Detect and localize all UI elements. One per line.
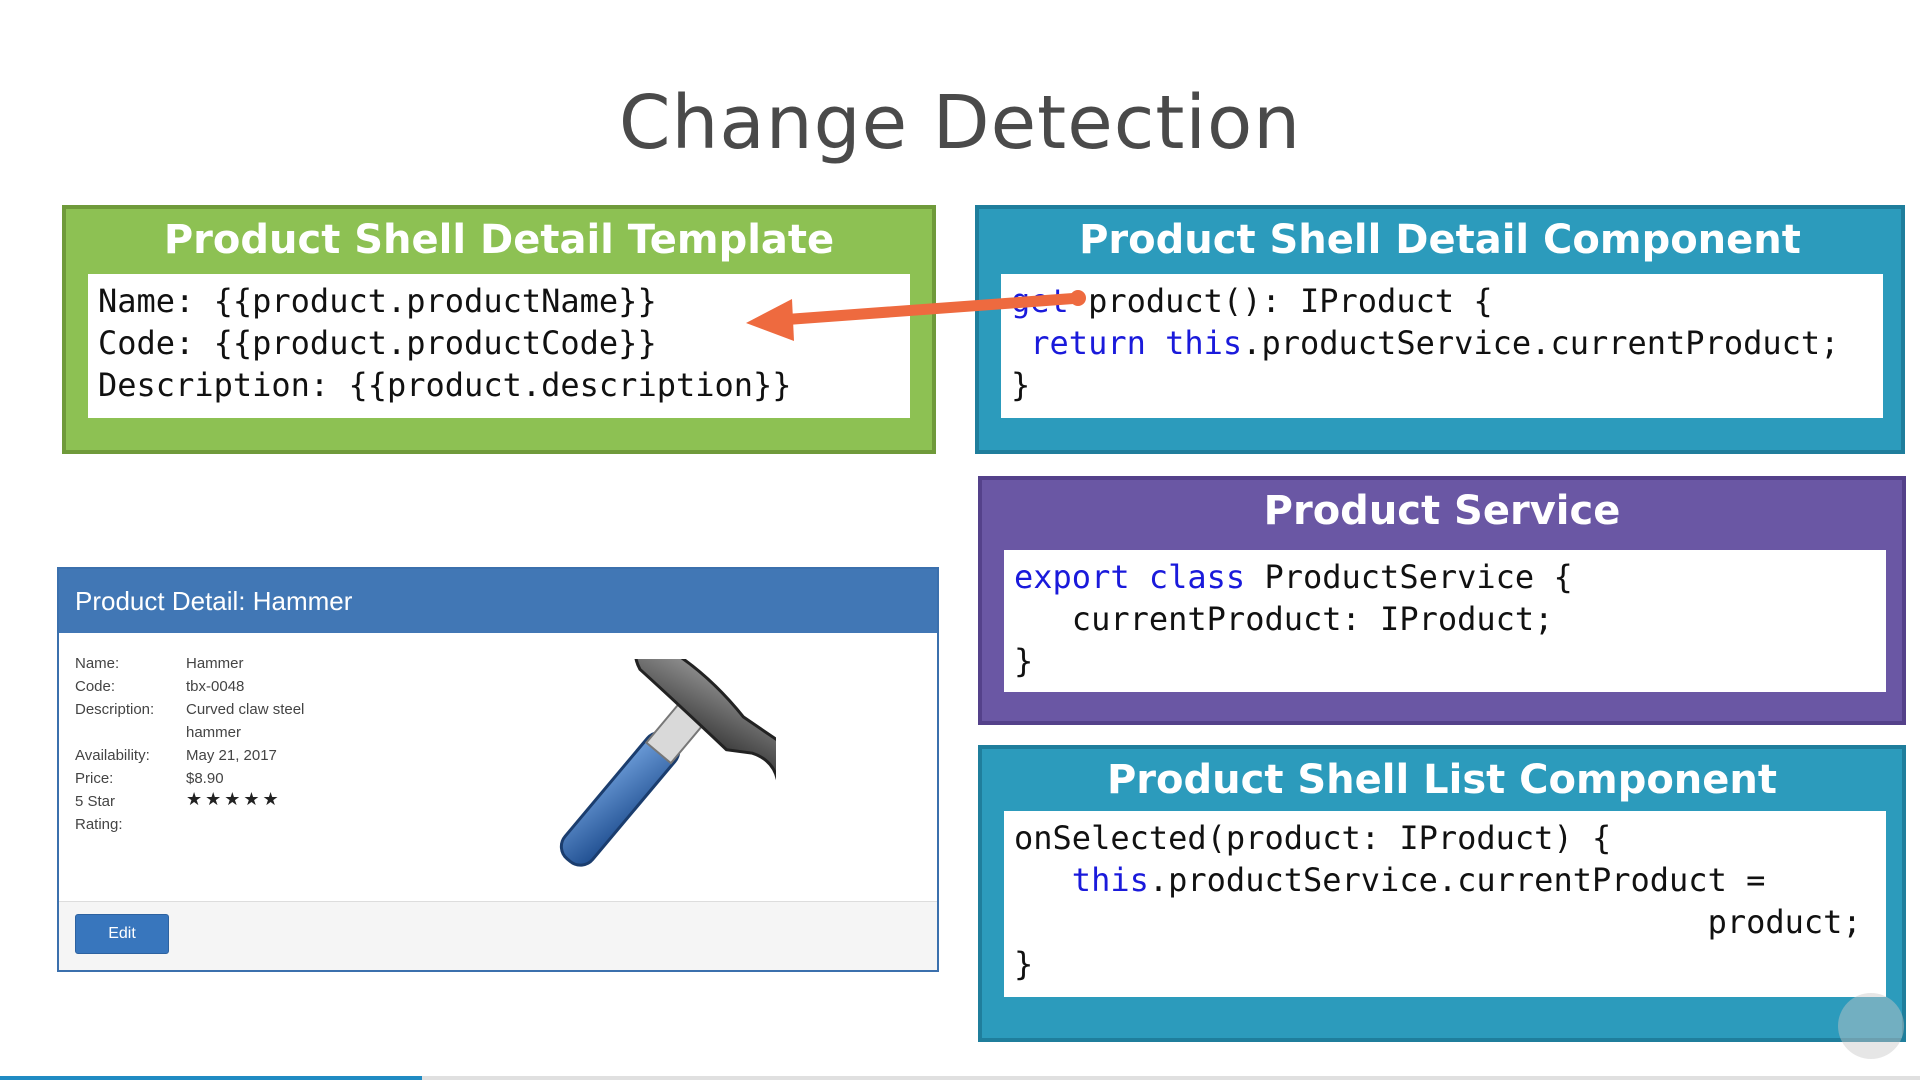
player-overlay-button[interactable]	[1838, 993, 1904, 1059]
code-text: .productService.currentProduct;	[1242, 324, 1840, 362]
service-panel: Product Service export class ProductServ…	[978, 476, 1906, 725]
service-code-line: export class ProductService {	[1014, 556, 1876, 598]
video-progress-fill	[0, 1076, 423, 1080]
template-panel-title: Product Shell Detail Template	[163, 217, 835, 263]
code-text: ProductService {	[1245, 558, 1573, 596]
field-label-code: Code:	[75, 678, 116, 695]
binding-arrow	[746, 290, 1086, 341]
field-label-name: Name:	[75, 655, 120, 672]
code-text: product(): IProduct {	[1068, 282, 1493, 320]
code-keyword: class	[1148, 558, 1246, 596]
template-code-line: Description: {{product.description}}	[98, 366, 792, 404]
field-value-code: tbx-0048	[186, 678, 245, 695]
code-keyword: this	[1165, 324, 1243, 362]
code-keyword: this	[1071, 861, 1149, 899]
code-text: .productService.currentProduct =	[1148, 861, 1766, 899]
arrow-tail-dot	[1070, 290, 1086, 306]
component-code: get product(): IProduct { return this.pr…	[1001, 274, 1883, 418]
list-code-line: }	[1014, 945, 1034, 983]
video-progress-bar[interactable]	[0, 1076, 1920, 1080]
field-value-description-cont: hammer	[186, 724, 242, 741]
hammer-icon	[559, 659, 776, 867]
field-label-rating-cont: Rating:	[75, 816, 123, 833]
list-code-line: product;	[1014, 903, 1862, 941]
component-code-line: return this.productService.currentProduc…	[1011, 322, 1873, 364]
arrow-head	[746, 299, 794, 341]
code-keyword: export	[1014, 558, 1130, 596]
edit-button[interactable]: Edit	[75, 914, 169, 954]
component-code-line: }	[1011, 366, 1031, 404]
component-panel-title: Product Shell Detail Component	[1079, 217, 1801, 263]
service-panel-title: Product Service	[1263, 488, 1621, 534]
field-label-price: Price:	[75, 770, 114, 787]
field-label-description: Description:	[75, 701, 155, 718]
field-value-price: $8.90	[186, 770, 224, 787]
list-panel-title: Product Shell List Component	[1106, 757, 1778, 803]
field-value-description: Curved claw steel	[186, 701, 305, 718]
card-footer: Edit	[59, 901, 937, 970]
field-value-name: Hammer	[186, 655, 244, 672]
field-value-availability: May 21, 2017	[186, 747, 277, 764]
list-code-line: onSelected(product: IProduct) {	[1014, 819, 1612, 857]
slide-title: Change Detection	[618, 80, 1302, 166]
field-label-rating: 5 Star	[75, 793, 116, 810]
field-label-availability: Availability:	[75, 747, 150, 764]
component-panel: Product Shell Detail Component get produ…	[975, 205, 1905, 454]
list-code-line: this.productService.currentProduct =	[1014, 859, 1876, 901]
product-detail-card: Product Detail: Hammer Name: Hammer Code…	[57, 567, 939, 972]
component-code-line: get product(): IProduct {	[1011, 280, 1873, 322]
star-rating: ★★★★★	[186, 789, 282, 809]
service-code-line: currentProduct: IProduct;	[1014, 600, 1554, 638]
card-header: Product Detail: Hammer	[59, 569, 937, 633]
service-code-line: }	[1014, 642, 1034, 680]
list-code: onSelected(product: IProduct) { this.pro…	[1004, 811, 1886, 997]
arrow-shaft	[774, 292, 1086, 326]
service-code: export class ProductService { currentPro…	[1004, 550, 1886, 692]
list-panel: Product Shell List Component onSelected(…	[978, 745, 1906, 1042]
